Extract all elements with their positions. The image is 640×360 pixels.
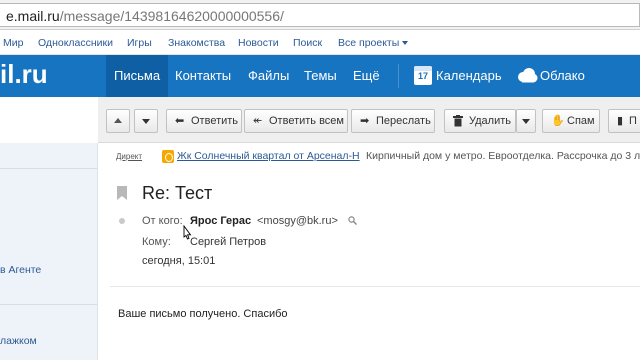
reply-all-icon: ↞	[253, 115, 263, 127]
logo-text: il.ru	[0, 59, 48, 89]
from-label: От кого:	[142, 215, 183, 227]
search-icon[interactable]	[348, 216, 357, 225]
chevron-down-icon	[402, 41, 409, 46]
reply-all-button[interactable]: ↞ Ответить всем	[244, 109, 348, 133]
arrow-down-icon	[142, 119, 150, 124]
trash-icon	[453, 115, 463, 127]
tab-themes[interactable]: Темы	[296, 55, 345, 97]
message-date: сегодня, 15:01	[142, 255, 216, 267]
cloud-label: Облако	[540, 68, 585, 83]
delete-menu-button[interactable]	[516, 109, 536, 133]
forward-button[interactable]: ➡ Переслать	[351, 109, 435, 133]
header-body-divider	[110, 286, 640, 287]
sidebar-divider	[0, 168, 97, 169]
portal-link-search[interactable]: Поиск	[293, 37, 322, 49]
portal-nav: Мир Одноклассники Игры Знакомства Новост…	[0, 30, 640, 55]
bookmark-flag-icon[interactable]	[117, 186, 127, 200]
spam-button[interactable]: ✋ Спам	[542, 109, 600, 133]
sender-email[interactable]: <mosgy@bk.ru>	[257, 215, 338, 227]
spam-label: Спам	[567, 115, 595, 127]
more-actions-button[interactable]: ▮ П	[608, 109, 640, 133]
tab-themes-label: Темы	[304, 68, 337, 83]
portal-link-odnoklassniki[interactable]: Одноклассники	[38, 37, 113, 49]
sidebar-link-flag[interactable]: лажком	[0, 335, 37, 347]
portal-link-news[interactable]: Новости	[238, 37, 279, 49]
sidebar-link-agent[interactable]: в Агенте	[0, 264, 41, 276]
message-toolbar: ⬅ Ответить ↞ Ответить всем ➡ Переслать У…	[98, 97, 640, 143]
message-body: Ваше письмо получено. Спасибо	[118, 308, 288, 320]
arrow-up-icon	[114, 118, 122, 123]
mouse-cursor-icon	[183, 225, 192, 240]
calendar-link[interactable]: Календарь	[428, 55, 510, 97]
forward-icon: ➡	[360, 115, 370, 127]
mail-header: il.ru Письма Контакты Файлы Темы Ещё 17 …	[0, 55, 640, 97]
portal-link-dating[interactable]: Знакомства	[168, 37, 225, 49]
reply-all-label: Ответить всем	[269, 115, 344, 127]
delete-label: Удалить	[469, 115, 511, 127]
reply-button[interactable]: ⬅ Ответить	[166, 109, 242, 133]
reply-label: Ответить	[191, 115, 239, 127]
next-message-button[interactable]	[134, 109, 158, 133]
portal-link-mir[interactable]: Мир	[3, 37, 23, 49]
read-status-dot[interactable]	[119, 218, 125, 224]
recipient-name[interactable]: Сергей Петров	[190, 236, 266, 248]
reply-icon: ⬅	[175, 115, 185, 127]
ad-logo-icon	[162, 150, 174, 163]
tab-files-label: Файлы	[248, 68, 290, 83]
tab-letters-label: Письма	[114, 68, 161, 83]
delete-button[interactable]: Удалить	[444, 109, 516, 133]
more-icon: ▮	[617, 115, 624, 127]
ad-label: Директ	[116, 152, 143, 161]
message-subject: Re: Тест	[142, 183, 213, 203]
tab-letters[interactable]: Письма	[106, 55, 169, 97]
url-text: e.mail.ru/message/14398164620000000556/	[6, 8, 284, 24]
browser-address-bar: e.mail.ru/message/14398164620000000556/	[0, 0, 640, 30]
ad-text: Кирпичный дом у метро. Евроотделка. Расс…	[366, 150, 640, 162]
cloud-link[interactable]: Облако	[532, 55, 593, 97]
portal-link-games[interactable]: Игры	[127, 37, 152, 49]
ad-title[interactable]: Жк Солнечный квартал от Арсенал-Н	[177, 150, 360, 162]
header-divider	[398, 64, 399, 88]
url-input[interactable]: e.mail.ru/message/14398164620000000556/	[0, 3, 640, 27]
to-label: Кому:	[142, 236, 171, 248]
left-sidebar: в Агенте лажком	[0, 97, 98, 360]
tab-more-label: Ещё	[353, 68, 380, 83]
sidebar-divider	[0, 304, 97, 305]
forward-label: Переслать	[376, 115, 431, 127]
more-label: П	[629, 115, 637, 127]
portal-link-all-projects[interactable]: Все проекты	[338, 37, 409, 49]
tab-contacts-label: Контакты	[175, 68, 232, 83]
tab-files[interactable]: Файлы	[240, 55, 297, 97]
chevron-down-icon	[522, 119, 530, 124]
sidebar-top-blank	[0, 97, 98, 143]
prev-message-button[interactable]	[106, 109, 130, 133]
thumbs-down-icon: ✋	[551, 115, 565, 127]
tab-more[interactable]: Ещё	[345, 55, 388, 97]
url-path: /message/14398164620000000556/	[59, 8, 284, 24]
ad-banner[interactable]: Директ Жк Солнечный квартал от Арсенал-Н…	[110, 148, 640, 166]
sender-name[interactable]: Ярос Герас	[190, 215, 251, 227]
calendar-label: Календарь	[436, 68, 502, 83]
all-projects-label: Все проекты	[338, 37, 400, 49]
mailru-logo[interactable]: il.ru	[0, 59, 48, 90]
tab-contacts[interactable]: Контакты	[167, 55, 239, 97]
url-host: e.mail.ru	[6, 8, 60, 24]
